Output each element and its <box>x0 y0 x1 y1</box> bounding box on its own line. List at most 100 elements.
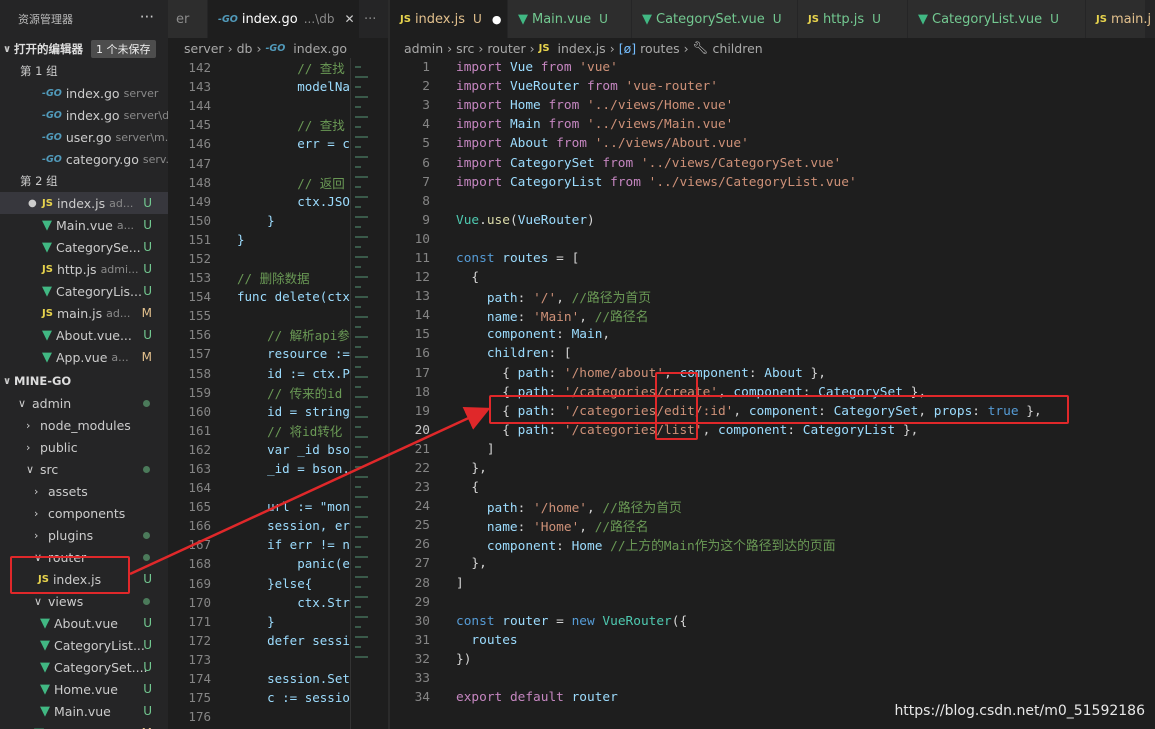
more-actions-icon[interactable]: ··· <box>140 8 154 26</box>
tab-categoryset-vue[interactable]: ▼ CategorySet.vue U <box>632 0 798 38</box>
vue-file-icon: ▼ <box>34 726 44 729</box>
vue-file-icon: ▼ <box>40 703 50 719</box>
breadcrumb-item[interactable]: routes <box>640 41 680 56</box>
code-token: { <box>456 365 518 381</box>
more-actions-icon[interactable]: ··· <box>360 0 390 38</box>
code-line: 13 path: '/', //路径为首页 <box>390 287 1155 306</box>
breadcrumb-item[interactable]: admin <box>404 41 443 56</box>
breadcrumb-item[interactable]: src <box>456 41 474 56</box>
tab-http-js[interactable]: JS http.js U <box>798 0 908 38</box>
middle-editor-tabs: er -GO index.go ...\db ✕ ··· <box>168 0 390 38</box>
minimap-line <box>355 416 368 418</box>
breadcrumb-item[interactable]: server <box>184 41 224 56</box>
breadcrumb-item[interactable]: router <box>487 41 525 56</box>
line-number: 22 <box>414 461 430 477</box>
line-number: 161 <box>188 422 211 438</box>
tree-folder[interactable]: › public <box>0 436 168 458</box>
tab-main-vue[interactable]: ▼ Main.vue U <box>508 0 632 38</box>
chevron-icon: ∨ <box>34 594 43 608</box>
code-token: = [ <box>556 250 580 266</box>
code-token: 'Home' <box>533 520 580 536</box>
file-path: a... <box>116 218 135 232</box>
open-editor-item[interactable]: -GOuser.goserver\m... <box>0 126 168 148</box>
tree-folder[interactable]: › components <box>0 502 168 524</box>
file-name: index.go <box>65 85 120 101</box>
code-text: // 删除数据 <box>237 271 310 287</box>
file-name: App.vue <box>56 349 108 365</box>
open-editor-item[interactable]: ● JS index.js ad... U <box>0 192 168 214</box>
open-editor-item[interactable]: ▼ CategoryLis... U <box>0 280 168 302</box>
open-editors-header[interactable]: ∨ 打开的编辑器 1 个未保存 <box>0 38 168 60</box>
close-icon[interactable]: ✕ <box>344 12 354 26</box>
tab-index-js[interactable]: JS index.js U ● <box>390 0 508 38</box>
breadcrumb-item[interactable]: index.go <box>293 41 347 56</box>
annotation-box-edit-route <box>489 395 1069 424</box>
tab-main-j[interactable]: JS main.j <box>1086 0 1151 38</box>
code-token: name <box>456 520 518 536</box>
vue-file-icon: ▼ <box>518 11 528 27</box>
code-token: import <box>456 174 510 190</box>
tree-file[interactable]: ▼ CategorySet.... U <box>0 656 168 678</box>
code-line: 30 const router = new VueRouter({ <box>390 612 1155 631</box>
line-number: 23 <box>414 480 430 496</box>
minimap-line <box>355 76 368 78</box>
tree-file[interactable]: ▼ CategoryList... U <box>0 634 168 656</box>
code-line: 22 }, <box>390 459 1155 478</box>
tree-folder[interactable]: › plugins <box>0 524 168 546</box>
open-editor-item[interactable]: ▼ Main.vue a... U <box>0 214 168 236</box>
right-breadcrumb: admin › src › router › JS index.js › [ø]… <box>390 38 1155 58</box>
breadcrumb-item[interactable]: index.js <box>558 41 606 56</box>
chevron-icon: › <box>26 440 31 454</box>
annotation-box-router-index <box>10 556 130 594</box>
code-line: 29 <box>390 593 1155 612</box>
tab-partial[interactable]: er <box>168 0 208 38</box>
minimap-line <box>355 346 361 348</box>
tab-index-go[interactable]: -GO index.go ...\db ✕ <box>208 0 360 38</box>
minimap[interactable] <box>350 58 376 729</box>
open-editor-item[interactable]: -GOcategory.goserv... <box>0 148 168 170</box>
code-token: use <box>486 212 510 228</box>
breadcrumb-separator: › <box>609 40 615 56</box>
code-line: 28] <box>390 574 1155 593</box>
tree-file[interactable]: ▼ Home.vue U <box>0 678 168 700</box>
tree-folder[interactable]: › assets <box>0 480 168 502</box>
tab-label: Main.vue <box>532 11 592 27</box>
tree-folder[interactable]: › node_modules <box>0 414 168 436</box>
line-number: 168 <box>188 556 211 572</box>
tree-file[interactable]: ▼ Main.vue U <box>0 700 168 722</box>
minimap-line <box>355 616 368 618</box>
open-editor-item[interactable]: -GOindex.goserver\db <box>0 104 168 126</box>
tab-categorylist-vue[interactable]: ▼ CategoryList.vue U <box>908 0 1086 38</box>
open-editor-item[interactable]: ▼ CategorySe... U <box>0 236 168 258</box>
go-file-icon: -GO <box>42 131 62 143</box>
js-file-icon: JS <box>400 13 411 25</box>
breadcrumb-item[interactable]: children <box>713 41 763 56</box>
line-number: 17 <box>414 365 430 381</box>
minimap-line <box>355 146 361 148</box>
code-text: resource := <box>237 346 350 362</box>
code-token: , <box>702 422 718 438</box>
code-token: : <box>517 501 534 517</box>
tree-folder[interactable]: ∨ admin <box>0 392 168 414</box>
breadcrumb-item[interactable]: db <box>237 41 253 56</box>
code-token: name <box>456 310 518 326</box>
unsaved-badge: 1 个未保存 <box>91 40 156 58</box>
right-code-area[interactable]: 1 import Vue from 'vue' 2 import VueRouter … <box>390 58 1155 729</box>
code-token: ] <box>456 575 464 591</box>
chevron-down-icon: ∨ <box>2 43 12 55</box>
open-editor-item[interactable]: JS http.js admi... U <box>0 258 168 280</box>
chevron-down-icon: ∨ <box>2 375 12 387</box>
code-text: ] <box>456 442 495 457</box>
open-editor-item[interactable]: ▼ About.vue... U <box>0 324 168 346</box>
open-editor-item[interactable]: -GO index.go server <box>0 82 168 104</box>
tree-folder[interactable]: ∨ src <box>0 458 168 480</box>
open-editor-item[interactable]: JS main.js ad... M <box>0 302 168 324</box>
git-status: U <box>473 12 482 26</box>
tree-file[interactable]: ▼App.vueM <box>0 722 168 729</box>
project-header[interactable]: ∨ MINE-GO <box>0 370 168 392</box>
go-file-icon: -GO <box>42 153 62 165</box>
tree-file[interactable]: ▼ About.vue U <box>0 612 168 634</box>
open-editor-item[interactable]: ▼ App.vue a... M <box>0 346 168 368</box>
go-file-icon: -GO <box>42 87 62 99</box>
minimap-line <box>355 196 368 198</box>
